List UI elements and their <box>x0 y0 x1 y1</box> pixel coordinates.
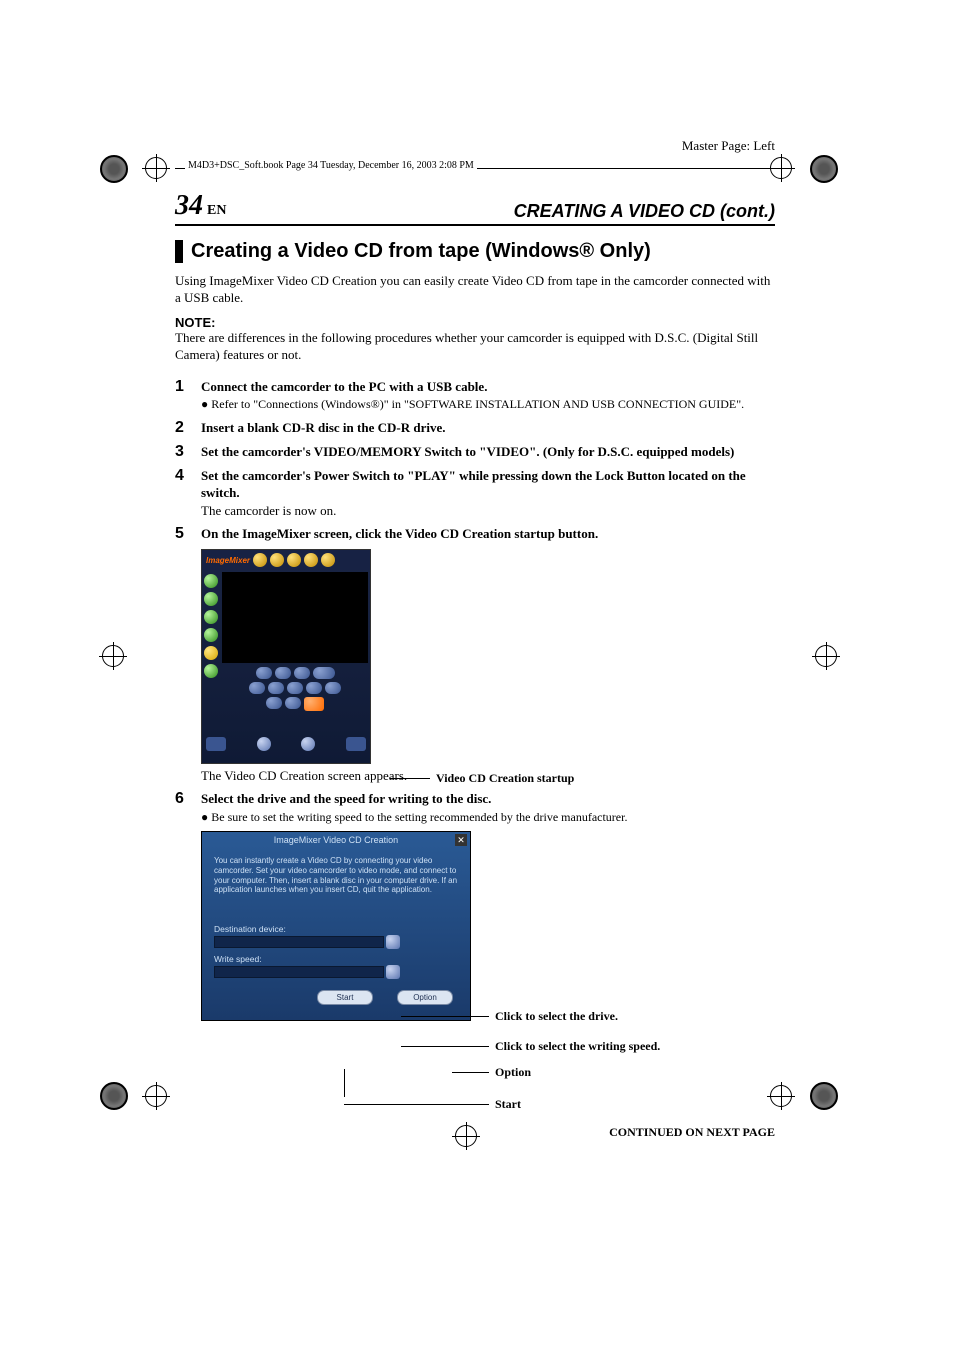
close-icon: ✕ <box>455 834 467 846</box>
dropdown-icon <box>386 935 400 949</box>
step-title: Set the camcorder's VIDEO/MEMORY Switch … <box>201 444 734 459</box>
callout-drive-label: Click to select the drive. <box>495 1009 618 1024</box>
crosshair-icon <box>455 1125 477 1147</box>
step-title: Connect the camcorder to the PC with a U… <box>201 379 487 394</box>
control-button-icon <box>268 682 284 694</box>
callout-line <box>344 1104 489 1105</box>
note-label: NOTE: <box>175 315 775 330</box>
callout-line <box>401 1046 489 1047</box>
imagemixer-logo: ImageMixer <box>206 556 250 565</box>
vcd-startup-button-icon <box>304 697 324 711</box>
control-button-icon <box>306 682 322 694</box>
callout-line <box>452 1072 489 1073</box>
print-regmark-icon <box>100 1082 128 1110</box>
master-page-label: Master Page: Left <box>682 138 775 154</box>
side-orb-icon <box>204 646 218 660</box>
print-regmark-icon <box>100 155 128 183</box>
callout-start-label: Start <box>495 1097 521 1112</box>
crosshair-icon <box>145 157 167 179</box>
crosshair-icon <box>102 645 124 667</box>
toolbar-orb-icon <box>287 553 301 567</box>
subheading: Creating a Video CD from tape (Windows® … <box>175 240 775 263</box>
write-speed-label: Write speed: <box>214 954 262 964</box>
bottom-button-icon <box>346 737 366 751</box>
side-orb-icon <box>204 592 218 606</box>
crosshair-icon <box>815 645 837 667</box>
control-button-icon <box>256 667 272 679</box>
step-number: 1 <box>175 378 201 413</box>
step-number: 3 <box>175 443 201 461</box>
control-button-icon <box>287 682 303 694</box>
crosshair-icon <box>770 1085 792 1107</box>
step-number: 5 <box>175 525 201 543</box>
write-speed-field <box>214 966 384 978</box>
step-subtext: The camcorder is now on. <box>201 503 336 518</box>
toolbar-orb-icon <box>253 553 267 567</box>
book-info-label: M4D3+DSC_Soft.book Page 34 Tuesday, Dece… <box>185 160 477 171</box>
callout-line <box>401 1016 489 1017</box>
step-title: Select the drive and the speed for writi… <box>201 791 491 806</box>
callout-line <box>344 1069 345 1097</box>
step-title: Insert a blank CD-R disc in the CD-R dri… <box>201 420 445 435</box>
control-slider-icon <box>313 667 335 679</box>
control-button-icon <box>266 697 282 709</box>
vcd-creation-dialog: ImageMixer Video CD Creation ✕ You can i… <box>201 831 471 1021</box>
step-bullet: ● Refer to "Connections (Windows®)" in "… <box>201 397 744 411</box>
page-number: 34 EN <box>175 190 226 222</box>
step-number: 6 <box>175 790 201 825</box>
language-code: EN <box>207 203 226 218</box>
print-regmark-icon <box>810 155 838 183</box>
dialog-instructions: You can instantly create a Video CD by c… <box>214 856 458 894</box>
step-number: 4 <box>175 467 201 520</box>
control-button-icon <box>285 697 301 709</box>
toolbar-orb-icon <box>304 553 318 567</box>
side-orb-icon <box>204 628 218 642</box>
callout-line <box>390 778 430 779</box>
step-number: 2 <box>175 419 201 437</box>
callout-startup-label: Video CD Creation startup <box>436 771 574 786</box>
video-preview-area <box>222 572 368 663</box>
option-button: Option <box>397 990 453 1005</box>
callout-option-label: Option <box>495 1065 531 1080</box>
control-button-icon <box>275 667 291 679</box>
imagemixer-screenshot: ImageMixer <box>201 549 371 764</box>
crosshair-icon <box>145 1085 167 1107</box>
control-button-icon <box>325 682 341 694</box>
side-orb-icon <box>204 574 218 588</box>
step-bullet: ● Be sure to set the writing speed to th… <box>201 810 627 824</box>
continued-label: CONTINUED ON NEXT PAGE <box>609 1125 775 1140</box>
toolbar-orb-icon <box>321 553 335 567</box>
print-regmark-icon <box>810 1082 838 1110</box>
destination-device-field <box>214 936 384 948</box>
page-number-value: 34 <box>175 190 203 221</box>
section-title: CREATING A VIDEO CD (cont.) <box>514 201 775 222</box>
note-text: There are differences in the following p… <box>175 330 775 364</box>
side-orb-icon <box>204 610 218 624</box>
toolbar-orb-icon <box>270 553 284 567</box>
bottom-orb-icon <box>257 737 271 751</box>
intro-text: Using ImageMixer Video CD Creation you c… <box>175 273 775 307</box>
dropdown-icon <box>386 965 400 979</box>
step-title: Set the camcorder's Power Switch to "PLA… <box>201 468 746 501</box>
control-button-icon <box>249 682 265 694</box>
start-button: Start <box>317 990 373 1005</box>
side-orb-icon <box>204 664 218 678</box>
step-title: On the ImageMixer screen, click the Vide… <box>201 526 598 541</box>
control-button-icon <box>294 667 310 679</box>
bottom-orb-icon <box>301 737 315 751</box>
destination-device-label: Destination device: <box>214 924 286 934</box>
callout-speed-label: Click to select the writing speed. <box>495 1039 660 1054</box>
bottom-button-icon <box>206 737 226 751</box>
dialog-title: ImageMixer Video CD Creation <box>202 835 470 845</box>
